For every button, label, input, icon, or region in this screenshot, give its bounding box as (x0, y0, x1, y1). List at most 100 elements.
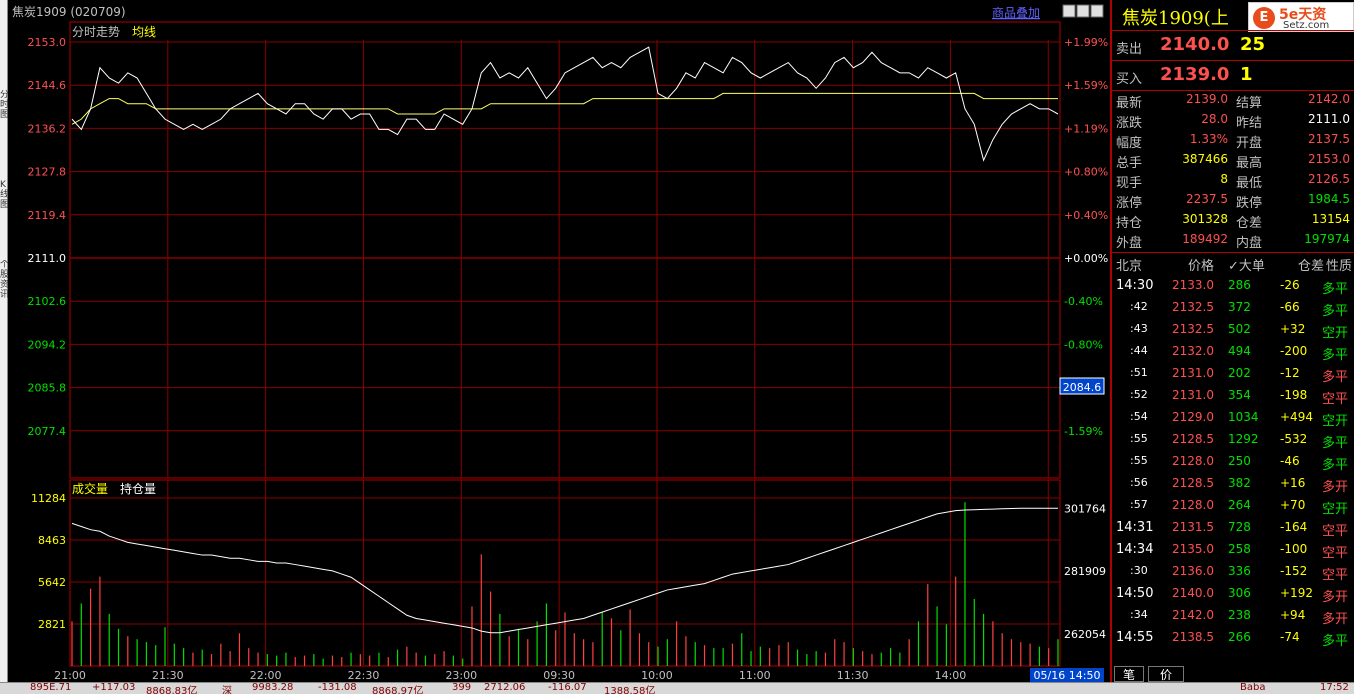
tick-row[interactable]: 14:31 2131.5 728 -164 空平 (1116, 517, 1352, 539)
tick-nature: 空开 (1322, 502, 1349, 517)
tick-row[interactable]: 14:55 2138.5 266 -74 多平 (1116, 627, 1352, 649)
pct-tick-label: -0.40% (1064, 295, 1103, 308)
volume-tick-label: 2821 (38, 618, 66, 631)
tick-volume: 382 (1228, 476, 1251, 490)
tick-price: 2131.0 (1172, 388, 1214, 402)
intraday-chart[interactable]: 焦炭1909 (020709) 商品叠加 2153.0 +1.99% 2144.6 +… (8, 0, 1110, 682)
quote-label: 内盘 (1236, 236, 1263, 251)
tick-volume: 250 (1228, 454, 1251, 468)
left-tab-2[interactable]: 个股资讯 (0, 260, 8, 300)
time-tick-label: 09:30 (543, 669, 575, 682)
quote-label: 最高 (1236, 156, 1263, 171)
settings-icon[interactable] (1090, 4, 1104, 18)
tick-volume: 1034 (1228, 410, 1259, 424)
tab-trades[interactable]: 笔 (1114, 666, 1144, 682)
quote-value: 301328 (1182, 212, 1228, 226)
separator (1112, 252, 1354, 253)
left-tab-0[interactable]: 分时图 (0, 90, 8, 120)
tick-price: 2132.5 (1172, 300, 1214, 314)
buy-qty: 1 (1240, 64, 1253, 85)
tick-row[interactable]: :42 2132.5 372 -66 多平 (1116, 297, 1352, 319)
tick-row[interactable]: :57 2128.0 264 +70 空开 (1116, 495, 1352, 517)
tick-volume: 202 (1228, 366, 1251, 380)
tick-row[interactable]: 14:34 2135.0 258 -100 空平 (1116, 539, 1352, 561)
pct-tick-label: +0.80% (1064, 166, 1108, 179)
quote-value: 2142.0 (1308, 92, 1350, 106)
tick-oi-change: +70 (1280, 498, 1306, 512)
tick-volume: 372 (1228, 300, 1251, 314)
tick-price: 2128.0 (1172, 498, 1214, 512)
quote-value: 28.0 (1201, 112, 1228, 126)
tick-time: :34 (1130, 608, 1148, 621)
tick-row[interactable]: :30 2136.0 336 -152 空平 (1116, 561, 1352, 583)
prev-icon[interactable] (1062, 4, 1076, 18)
sell-label: 卖出 (1116, 42, 1143, 57)
tick-row[interactable]: :56 2128.5 382 +16 多开 (1116, 473, 1352, 495)
quote-label: 幅度 (1116, 136, 1143, 151)
tick-header: 北京 价格 ✓大单 仓差 性质 (1116, 255, 1352, 275)
quote-value: 2153.0 (1308, 152, 1350, 166)
tick-time: :44 (1130, 344, 1148, 357)
separator (1112, 30, 1354, 31)
quote-label: 涨跌 (1116, 116, 1143, 131)
volume-tick-label: 8463 (38, 534, 66, 547)
tick-nature: 多平 (1322, 370, 1349, 385)
quote-value: 2126.5 (1308, 172, 1350, 186)
tick-row[interactable]: :55 2128.5 1292 -532 多平 (1116, 429, 1352, 451)
next-icon[interactable] (1076, 4, 1090, 18)
tick-row[interactable]: 14:50 2140.0 306 +192 多开 (1116, 583, 1352, 605)
tick-nature: 多开 (1322, 480, 1349, 495)
left-tab-1[interactable]: K线图 (0, 180, 8, 210)
quote-row: 涨跌 28.0 昨结 2111.0 (1116, 112, 1352, 132)
volume-tick-label: 11284 (31, 492, 66, 505)
tick-row[interactable]: 14:30 2133.0 286 -26 多平 (1116, 275, 1352, 297)
left-tab-strip[interactable]: 分时图 K线图 个股资讯 (0, 0, 8, 694)
tick-price: 2132.0 (1172, 344, 1214, 358)
tick-nature: 空平 (1322, 568, 1349, 583)
price-tick-label: 2077.4 (28, 425, 67, 438)
tick-price: 2129.0 (1172, 410, 1214, 424)
label-avg: 均线 (132, 25, 156, 39)
tick-header-nature: 性质 (1326, 259, 1353, 274)
tick-oi-change: +494 (1280, 410, 1313, 424)
crosshair-value: 2084.6 (1063, 381, 1102, 394)
tick-time: :30 (1130, 564, 1148, 577)
tick-nature: 多平 (1322, 458, 1349, 473)
tick-row[interactable]: :54 2129.0 1034 +494 空开 (1116, 407, 1352, 429)
quote-label: 涨停 (1116, 196, 1143, 211)
status-item: 深 (222, 686, 232, 694)
tick-oi-change: -74 (1280, 630, 1300, 644)
tick-nature: 空平 (1322, 524, 1349, 539)
tick-time: :55 (1130, 432, 1148, 445)
time-tick-label: 21:30 (152, 669, 184, 682)
tick-row[interactable]: :52 2131.0 354 -198 空平 (1116, 385, 1352, 407)
chart-header (8, 0, 1110, 22)
tick-price: 2136.0 (1172, 564, 1214, 578)
label-volume: 成交量 (72, 481, 108, 496)
quote-value: 2237.5 (1186, 192, 1228, 206)
tick-time: :57 (1130, 498, 1148, 511)
status-bar: 895E.71 +117.03 8868.83亿 深 9983.28 -131.08 886… (0, 682, 1354, 694)
tick-time: :55 (1130, 454, 1148, 467)
tick-oi-change: +94 (1280, 608, 1306, 622)
quote-value: 1984.5 (1308, 192, 1350, 206)
tick-row[interactable]: :34 2142.0 238 +94 多开 (1116, 605, 1352, 627)
tick-row[interactable]: :44 2132.0 494 -200 多平 (1116, 341, 1352, 363)
status-item: 2712.06 (484, 682, 526, 693)
price-tick-label: 2119.4 (28, 209, 67, 222)
tick-row[interactable]: :55 2128.0 250 -46 多平 (1116, 451, 1352, 473)
tick-time: 14:50 (1116, 586, 1154, 601)
tick-volume: 728 (1228, 520, 1251, 534)
overlay-link[interactable]: 商品叠加 (992, 5, 1040, 20)
quote-label: 总手 (1116, 156, 1143, 171)
separator (1112, 90, 1354, 91)
volume-tick-label: 5642 (38, 576, 66, 589)
tick-time: 14:34 (1116, 542, 1154, 557)
tick-row[interactable]: :43 2132.5 502 +32 空开 (1116, 319, 1352, 341)
price-tick-label: 2136.2 (28, 122, 67, 135)
tick-row[interactable]: :51 2131.0 202 -12 多平 (1116, 363, 1352, 385)
tab-prices[interactable]: 价 (1148, 666, 1184, 682)
tick-oi-change: -46 (1280, 454, 1300, 468)
pct-tick-label: +1.99% (1064, 36, 1108, 49)
quote-label: 结算 (1236, 96, 1263, 111)
